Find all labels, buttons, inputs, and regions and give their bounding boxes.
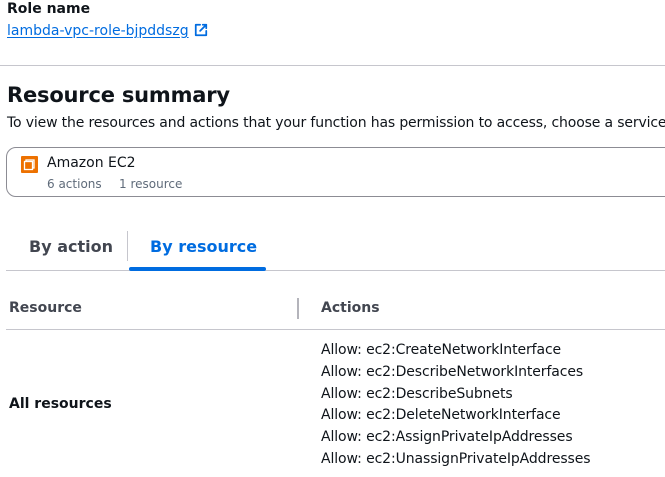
- action-item: Allow: ec2:DeleteNetworkInterface: [321, 407, 561, 424]
- table-cell-actions: Allow: ec2:CreateNetworkInterface Allow:…: [321, 340, 591, 471]
- table-cell-resource: All resources: [9, 396, 112, 412]
- action-item: Allow: ec2:AssignPrivateIpAddresses: [321, 429, 573, 446]
- tab-by-action[interactable]: By action: [29, 236, 113, 272]
- service-resources-count: 1 resource: [119, 177, 183, 191]
- role-name-text: lambda-vpc-role-bjpddszg: [7, 23, 189, 39]
- role-name-label: Role name: [7, 1, 91, 17]
- section-divider: [0, 65, 665, 66]
- active-tab-indicator: [129, 267, 266, 271]
- table-header-divider: [6, 329, 665, 330]
- column-header-resource: Resource: [9, 300, 82, 316]
- action-item: Allow: ec2:UnassignPrivateIpAddresses: [321, 450, 591, 467]
- amazon-ec2-icon: [21, 156, 38, 173]
- action-item: Allow: ec2:DescribeNetworkInterfaces: [321, 363, 584, 380]
- column-header-actions: Actions: [321, 300, 380, 316]
- column-resize-handle[interactable]: [297, 298, 299, 319]
- action-item: Allow: ec2:CreateNetworkInterface: [321, 342, 562, 358]
- tabs-divider: [6, 270, 665, 271]
- role-name-link[interactable]: lambda-vpc-role-bjpddszg: [7, 23, 208, 41]
- action-item: Allow: ec2:DescribeSubnets: [321, 385, 513, 402]
- service-actions-count: 6 actions: [47, 177, 102, 191]
- page-title: Resource summary: [7, 83, 230, 107]
- section-description: To view the resources and actions that y…: [7, 115, 665, 131]
- resource-summary-page: Role name lambda-vpc-role-bjpddszg Resou…: [0, 0, 665, 477]
- tab-separator: [127, 231, 128, 261]
- service-card-amazon-ec2[interactable]: Amazon EC2 6 actions 1 resource: [6, 147, 665, 197]
- service-name: Amazon EC2: [47, 155, 136, 171]
- external-link-icon: [194, 23, 208, 41]
